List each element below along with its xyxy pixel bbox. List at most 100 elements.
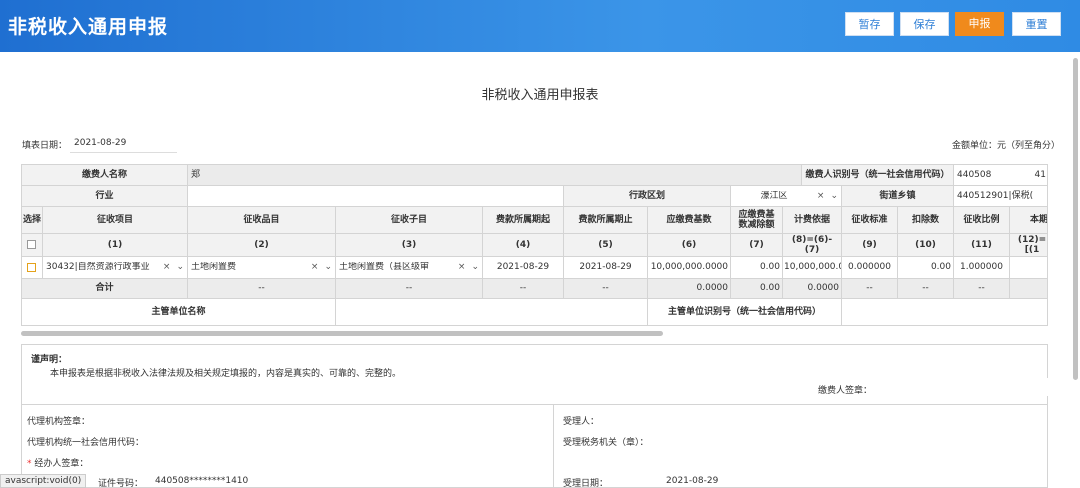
stash-button[interactable]: 暂存 — [845, 12, 894, 36]
declaration-table: 缴费人名称 郑 缴费人识别号（统一社会信用代码） 440508 41 行业 行政… — [21, 164, 1048, 326]
agency-seal-label: 代理机构签章： — [27, 417, 91, 427]
total-standard: -- — [842, 279, 898, 299]
clear-icon[interactable]: × — [160, 262, 174, 272]
admin-region-select[interactable]: 濠江区 × ⌄ — [731, 186, 842, 207]
calc-basis-value: 10,000,000.0 — [783, 257, 842, 279]
receive-date-value: 2021-08-29 — [666, 476, 719, 486]
amount-unit-note: 金额单位：元（列至角分） — [951, 141, 1060, 151]
admin-region-value: 濠江区 — [760, 190, 788, 201]
select-all-checkbox[interactable] — [27, 240, 36, 249]
payer-id-tail: 41 — [1034, 169, 1046, 180]
save-button[interactable]: 保存 — [900, 12, 949, 36]
clear-icon[interactable]: × — [308, 262, 322, 272]
num-deduct: (7) — [731, 234, 783, 257]
operator-sign-row: * 经办人签章： — [27, 456, 88, 469]
col-category: 征收品目 — [188, 207, 336, 234]
item-combo: 30432|自然资源行政事业 × ⌄ — [43, 257, 187, 278]
fill-date-label: 填表日期： — [22, 141, 68, 151]
payer-sign-field[interactable] — [878, 378, 1048, 396]
receiving-office-label: 受理税务机关（章）： — [563, 438, 649, 448]
payer-id-label: 缴费人识别号（统一社会信用代码） — [802, 165, 954, 186]
category-select[interactable]: 土地闲置费 × ⌄ — [188, 257, 336, 279]
industry-label: 行业 — [22, 186, 188, 207]
num-base: (6) — [648, 234, 731, 257]
num-category: (2) — [188, 234, 336, 257]
chevron-down-icon[interactable]: ⌄ — [468, 262, 482, 272]
num-period-start: (4) — [483, 234, 564, 257]
period-end-field[interactable]: 2021-08-29 — [564, 257, 648, 279]
supervisor-name-field[interactable] — [336, 299, 648, 325]
num-deduction: (10) — [898, 234, 954, 257]
admin-region-label: 行政区划 — [564, 186, 731, 207]
chevron-down-icon[interactable]: ⌄ — [321, 262, 335, 272]
col-period-start: 费款所属期起 — [483, 207, 564, 234]
col-item: 征收项目 — [43, 207, 188, 234]
col-base: 应缴费基数 — [648, 207, 731, 234]
subcategory-combo: 土地闲置费（县区级审 × ⌄ — [336, 257, 482, 278]
col-subcategory: 征收子目 — [336, 207, 483, 234]
col-standard: 征收标准 — [842, 207, 898, 234]
total-period-end: -- — [564, 279, 648, 299]
total-period-start: -- — [483, 279, 564, 299]
period-start-field[interactable]: 2021-08-29 — [483, 257, 564, 279]
current-value — [1010, 257, 1047, 279]
chevron-down-icon[interactable]: ⌄ — [827, 191, 841, 201]
num-subcategory: (3) — [336, 234, 483, 257]
declaration-text: 本申报表是根据非税收入法律法规及相关规定填报的，内容是真实的、可靠的、完整的。 — [50, 369, 402, 379]
subcategory-select[interactable]: 土地闲置费（县区级审 × ⌄ — [336, 257, 483, 279]
payer-sign-label: 缴费人签章： — [818, 386, 873, 396]
id-label: 证件号码： — [98, 479, 144, 488]
receiver-label: 受理人： — [563, 417, 600, 427]
total-subcategory: -- — [336, 279, 483, 299]
col-period-end: 费款所属期止 — [564, 207, 648, 234]
item-value: 30432|自然资源行政事业 — [46, 262, 150, 273]
num-calc-basis: (8)=(6)-(7) — [783, 234, 842, 257]
row-select-cell — [22, 257, 43, 279]
total-category: -- — [188, 279, 336, 299]
supervisor-id-label: 主管单位识别号（统一社会信用代码） — [648, 299, 842, 325]
chevron-down-icon[interactable]: ⌄ — [173, 262, 187, 272]
category-combo: 土地闲置费 × ⌄ — [188, 257, 335, 278]
operator-sign-label: 经办人签章： — [34, 459, 89, 469]
total-ratio: -- — [954, 279, 1010, 299]
base-field[interactable]: 10,000,000.0000 — [648, 257, 731, 279]
row-select-checkbox[interactable] — [27, 263, 36, 272]
standard-value: 0.000000 — [842, 257, 898, 279]
admin-region-combo: 濠江区 × ⌄ — [731, 186, 841, 206]
payer-name-value: 郑 — [191, 169, 201, 180]
declaration-title: 谨声明： — [31, 355, 68, 365]
num-item: (1) — [43, 234, 188, 257]
agency-credit-label: 代理机构统一社会信用代码： — [27, 438, 145, 448]
receive-date-label: 受理日期： — [563, 479, 609, 488]
supervisor-id-field[interactable] — [842, 299, 1047, 325]
clear-icon[interactable]: × — [814, 191, 828, 201]
col-deduct: 应缴费基数减除额 — [731, 207, 783, 234]
fill-date-field[interactable]: 2021-08-29 — [74, 138, 126, 148]
total-base: 0.0000 — [648, 279, 731, 299]
col-select: 选择 — [22, 207, 43, 234]
payer-id-field: 440508 41 — [954, 165, 1047, 186]
total-current — [1010, 279, 1047, 299]
col-calc-basis: 计费依据 — [783, 207, 842, 234]
page-title: 非税收入通用申报 — [8, 16, 169, 38]
item-select[interactable]: 30432|自然资源行政事业 × ⌄ — [43, 257, 188, 279]
fill-date-underline — [70, 152, 177, 153]
num-ratio: (11) — [954, 234, 1010, 257]
num-period-end: (5) — [564, 234, 648, 257]
reset-button[interactable]: 重置 — [1012, 12, 1061, 36]
num-standard: (9) — [842, 234, 898, 257]
payer-name-label: 缴费人名称 — [22, 165, 188, 186]
horizontal-scrollbar[interactable] — [21, 331, 663, 336]
payer-id-value: 440508 — [957, 169, 992, 180]
category-value: 土地闲置费 — [191, 262, 237, 273]
total-label: 合计 — [22, 279, 188, 299]
submit-button[interactable]: 申报 — [955, 12, 1004, 36]
required-mark: * — [27, 459, 32, 469]
status-bar-url: avascript:void(0) — [0, 474, 87, 488]
street-value[interactable]: 440512901|保税( — [954, 186, 1047, 207]
vertical-scrollbar[interactable] — [1073, 58, 1078, 380]
industry-field[interactable] — [188, 186, 564, 207]
clear-icon[interactable]: × — [455, 262, 469, 272]
deduction-field[interactable]: 0.00 — [898, 257, 954, 279]
deduct-field[interactable]: 0.00 — [731, 257, 783, 279]
